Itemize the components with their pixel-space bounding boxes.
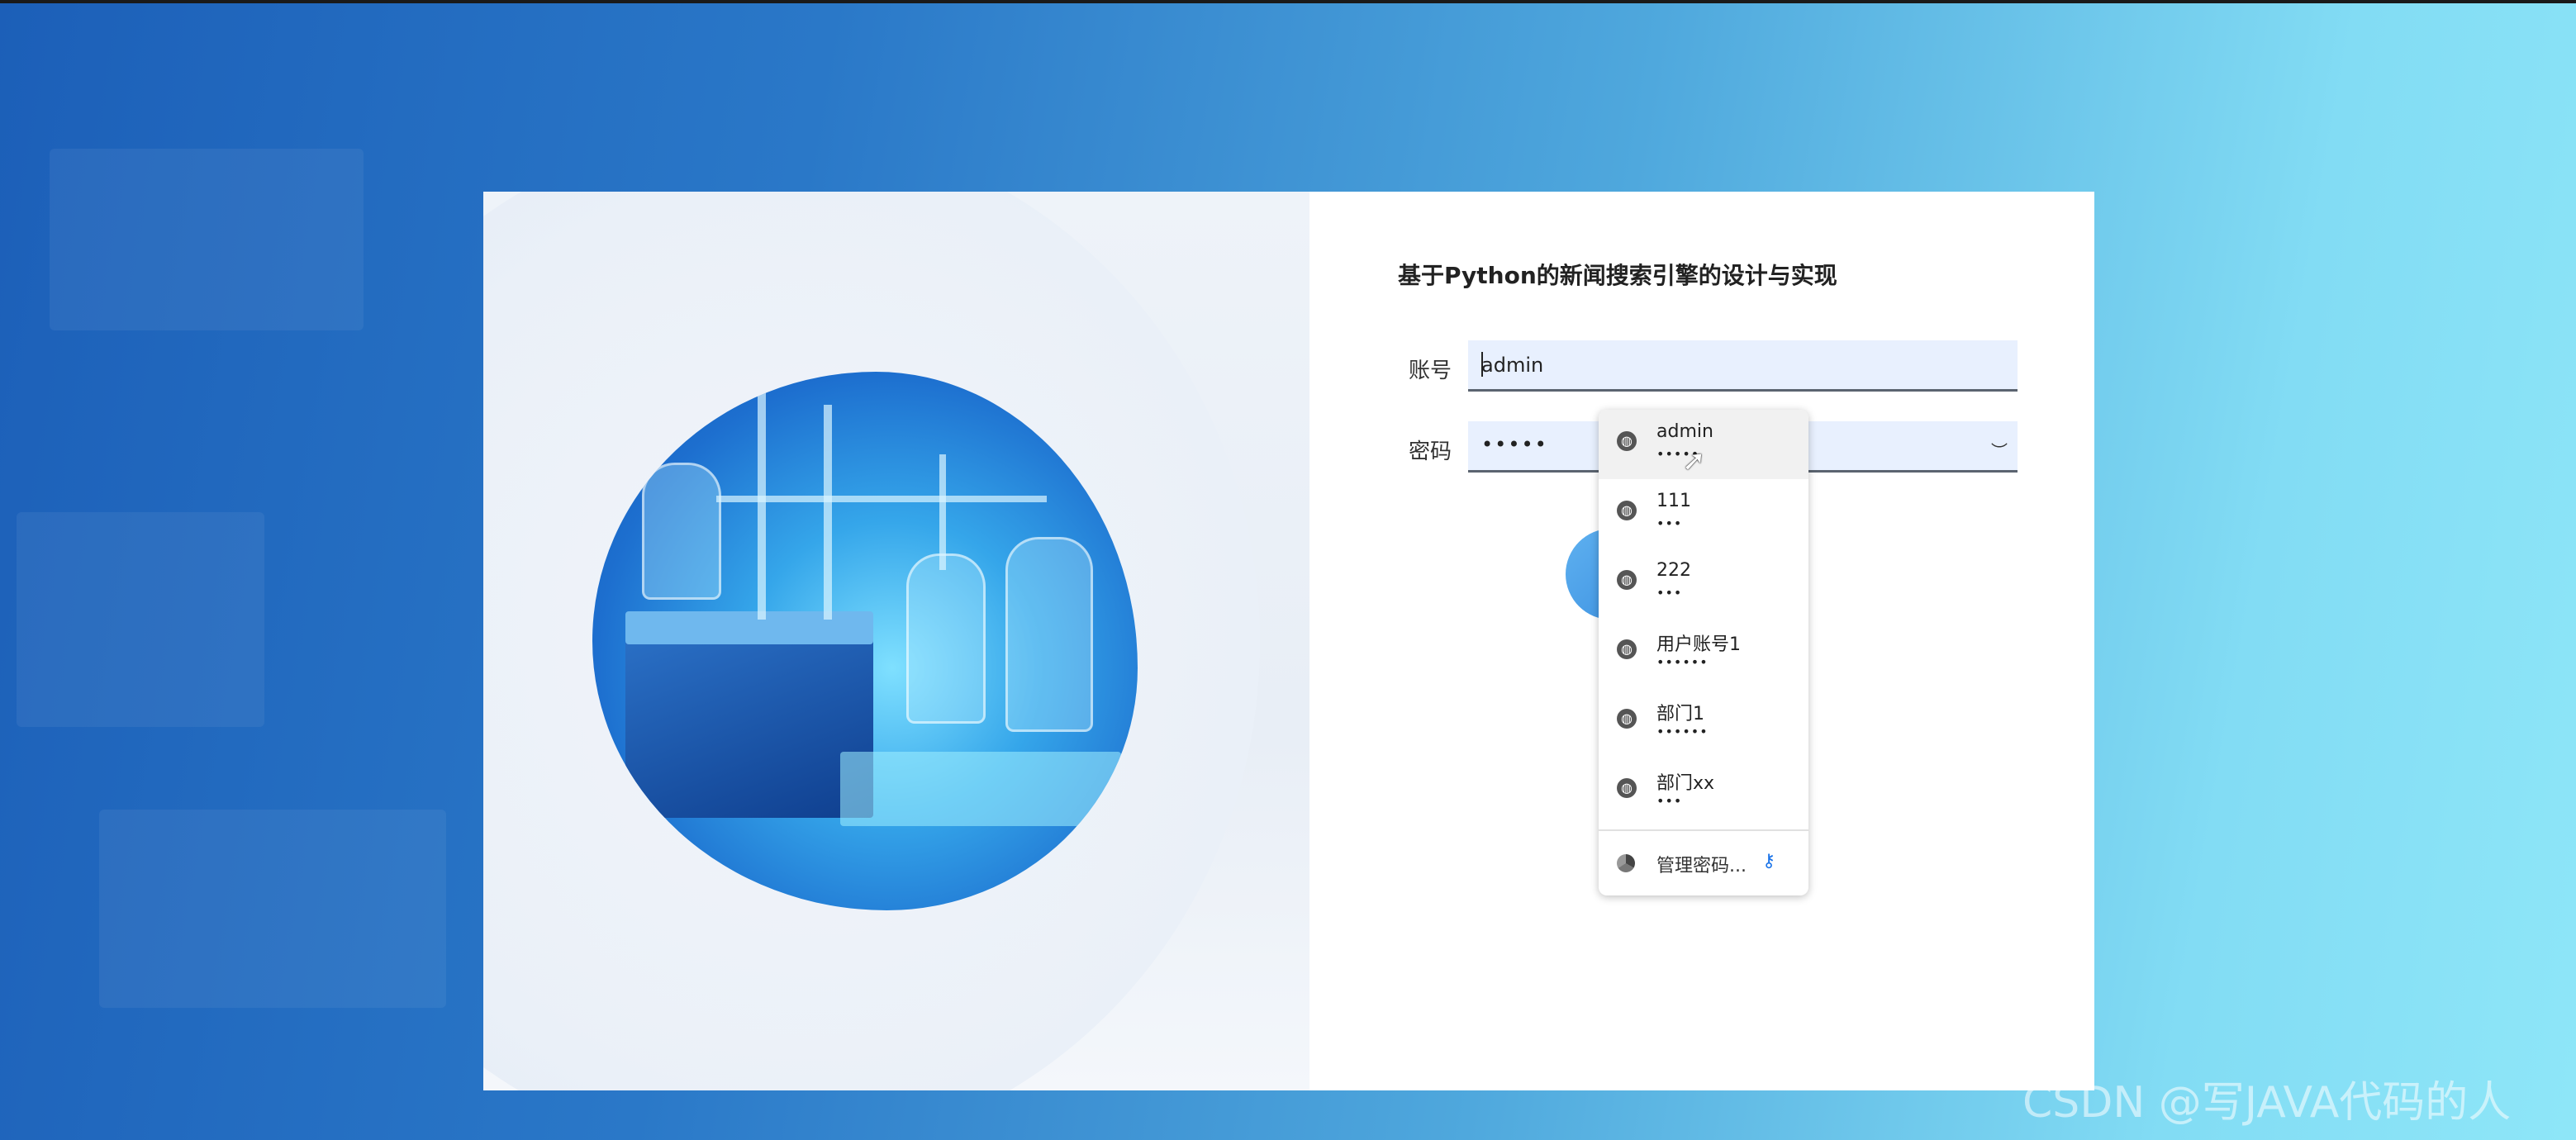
eye-closed-icon[interactable]: ︶	[1991, 438, 2008, 462]
glow-floor	[840, 752, 1121, 826]
bg-decoration	[17, 512, 264, 727]
autofill-username: 部门xx	[1656, 773, 1715, 794]
autofill-password: ••••••	[1656, 724, 1709, 739]
autofill-password: •••	[1656, 793, 1683, 809]
password-autofill-dropdown: ◍ admin ••••• ◍ 111 ••• ◍ 222 ••• ◍ 用户账号…	[1599, 410, 1808, 895]
account-label: 账号	[1409, 359, 1452, 383]
password-label: 密码	[1409, 439, 1452, 464]
building-roof	[625, 611, 873, 644]
watermark: CSDN @写JAVA代码的人	[2022, 1078, 2512, 1128]
password-value: •••••	[1481, 433, 1548, 456]
tank	[906, 553, 986, 724]
page-title: 基于Python的新闻搜索引擎的设计与实现	[1398, 262, 1837, 289]
autofill-password: •••	[1656, 585, 1683, 601]
autofill-item[interactable]: ◍ 部门1 ••••••	[1599, 687, 1808, 757]
account-value: admin	[1481, 354, 1544, 377]
globe-icon: ◍	[1617, 709, 1637, 729]
mouse-cursor-icon: ➚	[1682, 444, 1706, 477]
manage-passwords-item[interactable]: 管理密码... ⚷	[1599, 833, 1808, 895]
bg-decoration	[50, 149, 364, 330]
autofill-password: •••	[1656, 515, 1683, 531]
autofill-username: 222	[1656, 560, 1691, 581]
autofill-item[interactable]: ◍ 222 •••	[1599, 549, 1808, 618]
dropdown-divider	[1599, 829, 1808, 831]
autofill-username: 111	[1656, 491, 1691, 511]
key-icon: ⚷	[1762, 851, 1776, 872]
globe-icon: ◍	[1617, 778, 1637, 798]
pipe	[716, 496, 1047, 502]
autofill-username: admin	[1656, 421, 1713, 442]
account-input[interactable]: admin	[1468, 340, 2018, 392]
bg-decoration	[99, 810, 446, 1008]
autofill-password: ••••••	[1656, 654, 1709, 670]
tank	[1005, 537, 1093, 732]
globe-icon: ◍	[1617, 639, 1637, 659]
manage-passwords-label: 管理密码...	[1656, 856, 1747, 876]
autofill-username: 用户账号1	[1656, 634, 1741, 655]
pipe	[939, 454, 946, 570]
autofill-item[interactable]: ◍ 部门xx •••	[1599, 757, 1808, 826]
top-edge	[0, 0, 2576, 3]
autofill-item[interactable]: ◍ 用户账号1 ••••••	[1599, 618, 1808, 687]
login-card: 基于Python的新闻搜索引擎的设计与实现	[483, 192, 2094, 1090]
autofill-item[interactable]: ◍ 111 •••	[1599, 479, 1808, 549]
illustration-panel	[483, 192, 1309, 1090]
globe-icon: ◍	[1617, 501, 1637, 520]
pipe	[758, 388, 766, 620]
chrome-icon	[1617, 854, 1635, 872]
tank	[642, 463, 721, 600]
pipe	[824, 405, 832, 620]
globe-icon: ◍	[1617, 431, 1637, 451]
globe-icon: ◍	[1617, 570, 1637, 590]
autofill-username: 部门1	[1656, 704, 1704, 724]
building	[625, 620, 873, 818]
